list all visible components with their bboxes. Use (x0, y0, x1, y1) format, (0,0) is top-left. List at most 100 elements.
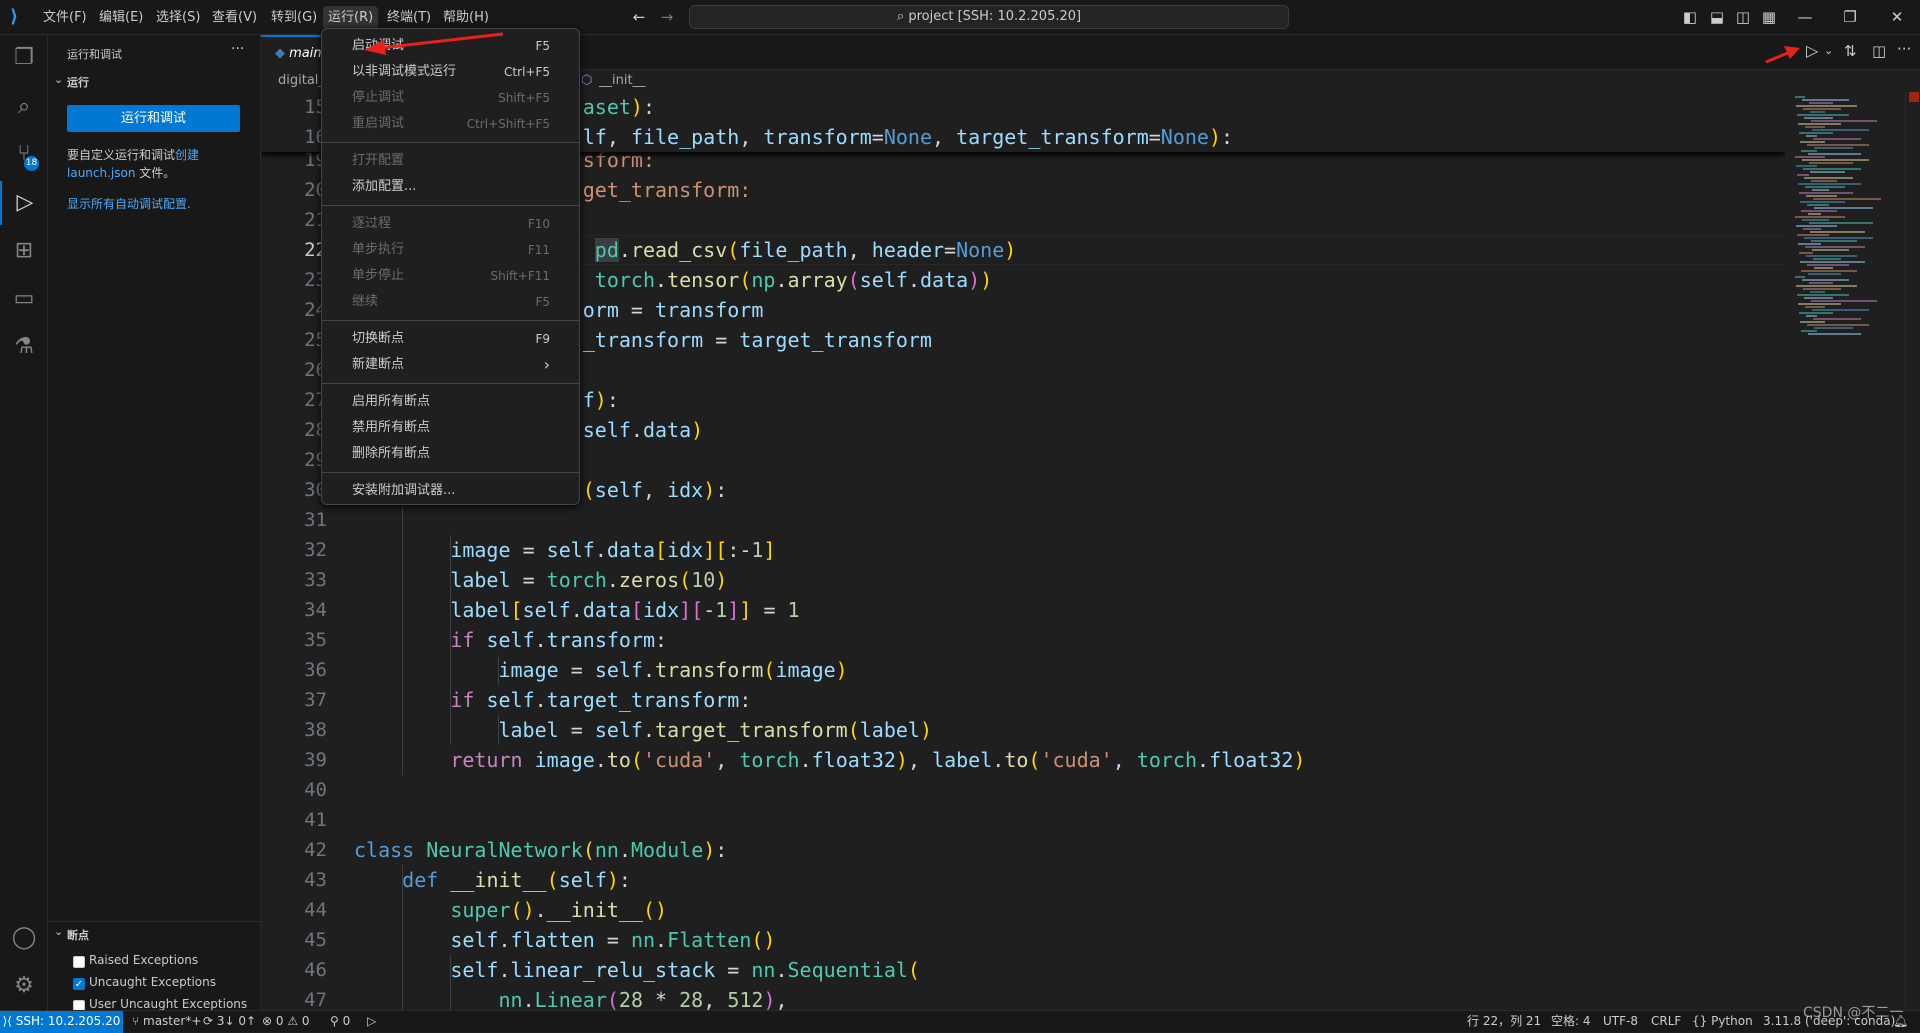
extensions-icon[interactable]: ⊞ (0, 229, 48, 273)
menu-help[interactable]: 帮助(H) (438, 6, 494, 29)
breadcrumb-file[interactable]: digital_ (278, 70, 325, 92)
code-line[interactable]: orm = transform (583, 295, 764, 325)
code-line[interactable]: torch.tensor(np.array(self.data)) (595, 265, 992, 295)
create-link[interactable]: 创建 (175, 148, 199, 162)
menu-item[interactable]: 以非调试模式运行 Ctrl+F5 (322, 59, 579, 85)
explorer-icon[interactable]: ❐ (0, 36, 48, 80)
run-and-debug-button[interactable]: 运行和调试 (67, 105, 240, 132)
code-token: data (642, 418, 692, 442)
source-control-icon[interactable]: ⑂ 18 (0, 132, 48, 176)
code-line[interactable]: nn.Linear(28 * 28, 512), (498, 985, 787, 1010)
customize-layout-icon[interactable]: ▦ (1760, 8, 1778, 26)
code-line[interactable]: label[self.data[idx][-1]] = 1 (450, 595, 799, 625)
open-changes-icon[interactable]: ⇅ (1844, 42, 1857, 60)
menu-selection[interactable]: 选择(S) (151, 6, 205, 29)
toggle-secondary-sidebar-icon[interactable]: ◫ (1734, 8, 1752, 26)
breakpoints-header[interactable]: 断点 (67, 927, 89, 943)
breakpoint-checkbox[interactable]: ✓ (73, 978, 85, 990)
menu-edit[interactable]: 编辑(E) (94, 6, 148, 29)
close-icon[interactable]: ✕ (1888, 8, 1906, 26)
testing-icon[interactable]: ⚗ (0, 325, 48, 369)
code-line[interactable]: _transform = target_transform (583, 325, 932, 355)
ports-indicator[interactable]: ⚲ 0 (330, 1011, 350, 1032)
code-line[interactable]: image = self.transform(image) (498, 655, 847, 685)
code-line[interactable]: self.data) (583, 415, 703, 445)
menu-item[interactable]: 安装附加调试器... (322, 478, 579, 504)
notifications-bell-icon[interactable]: 🔔︎ (1893, 1011, 1908, 1032)
menu-item[interactable]: 启用所有断点 (322, 389, 579, 415)
restore-icon[interactable]: ❐ (1841, 8, 1859, 26)
more-actions-icon[interactable]: ··· (1897, 40, 1911, 58)
cursor-position[interactable]: 行 22，列 21 (1467, 1011, 1541, 1032)
line-ending[interactable]: CRLF (1651, 1011, 1681, 1032)
code-line[interactable]: lf, file_path, transform=None, target_tr… (583, 122, 1233, 152)
code-line[interactable]: self.linear_relu_stack = nn.Sequential( (450, 955, 920, 985)
run-python-file-icon[interactable]: ▷ (1806, 41, 1818, 60)
forward-arrow-icon[interactable]: → (658, 8, 676, 26)
menu-file[interactable]: 文件(F) (38, 6, 92, 29)
menu-item[interactable]: 单步停止 Shift+F11 (322, 263, 579, 289)
run-section-header[interactable]: 运行 (67, 74, 89, 90)
minimize-icon[interactable]: — (1796, 8, 1814, 26)
menu-item[interactable]: 启动调试 F5 (322, 33, 579, 59)
menu-item[interactable]: 停止调试 Shift+F5 (322, 85, 579, 111)
code-line[interactable]: (self, idx): (583, 475, 728, 505)
menu-item[interactable]: 切换断点 F9 (322, 326, 579, 352)
code-line[interactable]: self.flatten = nn.Flatten() (450, 925, 775, 955)
code-line[interactable]: label = self.target_transform(label) (498, 715, 932, 745)
menu-terminal[interactable]: 终端(T) (382, 6, 436, 29)
toggle-panel-icon[interactable]: ⬓ (1708, 8, 1726, 26)
code-line[interactable]: pd.read_csv(file_path, header=None) (594, 235, 1016, 265)
breakpoint-checkbox[interactable] (73, 956, 85, 968)
menu-item[interactable]: 添加配置... (322, 174, 579, 200)
accounts-icon[interactable]: ◯ (0, 916, 48, 960)
menu-item[interactable]: 禁用所有断点 (322, 415, 579, 441)
debug-launch-icon[interactable]: ▷ (367, 1011, 376, 1032)
chevron-down-icon[interactable]: ⌄ (54, 73, 63, 86)
code-line[interactable]: aset): (583, 92, 655, 122)
minimap[interactable] (1785, 92, 1905, 1010)
run-and-debug-icon[interactable]: ▷ (0, 181, 48, 225)
code-line[interactable]: return image.to('cuda', torch.float32), … (450, 745, 1305, 775)
launch-json-link[interactable]: launch.json (67, 166, 135, 180)
code-line[interactable]: class NeuralNetwork(nn.Module): (354, 835, 727, 865)
more-actions-icon[interactable]: ··· (231, 41, 244, 57)
back-arrow-icon[interactable]: ← (630, 8, 648, 26)
indentation[interactable]: 空格: 4 (1551, 1011, 1591, 1032)
code-line[interactable]: label = torch.zeros(10) (450, 565, 727, 595)
menu-go[interactable]: 转到(G) (266, 6, 322, 29)
menu-item[interactable]: 删除所有断点 (322, 441, 579, 467)
run-dropdown-chevron-icon[interactable]: ⌄ (1824, 44, 1833, 57)
code-line[interactable]: image = self.data[idx][:-1] (450, 535, 775, 565)
settings-gear-icon[interactable]: ⚙ (0, 964, 48, 1008)
breadcrumb-symbol[interactable]: __init__ (599, 70, 646, 92)
search-icon[interactable]: ⌕ (0, 85, 48, 129)
menu-run[interactable]: 运行(R) (323, 6, 379, 29)
language-mode[interactable]: {} Python (1692, 1011, 1753, 1032)
remote-indicator[interactable]: ⟩⟨ SSH: 10.2.205.20 (0, 1011, 123, 1033)
sync-indicator[interactable]: ⟳ 3↓ 0↑ (203, 1011, 256, 1032)
editor-scrollbar[interactable] (1905, 92, 1920, 1010)
menu-item[interactable]: 继续 F5 (322, 289, 579, 315)
problems-indicator[interactable]: ⊗ 0 ⚠ 0 (262, 1011, 310, 1032)
branch-indicator[interactable]: ⑂ master*+ (132, 1011, 201, 1032)
remote-explorer-icon[interactable]: ▭ (0, 277, 48, 321)
code-line[interactable]: if self.transform: (450, 625, 667, 655)
code-line[interactable]: f): (583, 385, 619, 415)
menu-item[interactable]: 打开配置 (322, 148, 579, 174)
show-all-configs-link[interactable]: 显示所有自动调试配置. (67, 195, 191, 212)
menu-item[interactable]: 新建断点 › (322, 352, 579, 378)
menu-view[interactable]: 查看(V) (207, 6, 262, 29)
split-editor-icon[interactable]: ◫ (1872, 42, 1886, 60)
menu-item[interactable]: 逐过程 F10 (322, 211, 579, 237)
command-center-search[interactable]: ⌕ project [SSH: 10.2.205.20] (689, 5, 1289, 29)
menu-item[interactable]: 重启调试 Ctrl+Shift+F5 (322, 111, 579, 137)
chevron-down-icon[interactable]: ⌄ (54, 925, 63, 938)
code-line[interactable]: def __init__(self): (402, 865, 631, 895)
code-line[interactable]: if self.target_transform: (450, 685, 751, 715)
code-line[interactable]: get_transform: (583, 175, 752, 205)
code-line[interactable]: super().__init__() (450, 895, 667, 925)
toggle-primary-sidebar-icon[interactable]: ◧ (1681, 8, 1699, 26)
encoding[interactable]: UTF-8 (1603, 1011, 1638, 1032)
menu-item[interactable]: 单步执行 F11 (322, 237, 579, 263)
